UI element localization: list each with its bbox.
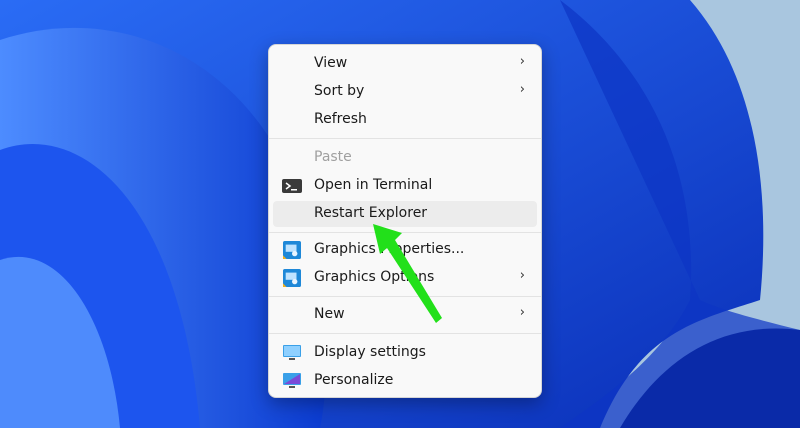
- menu-item-view[interactable]: View ›: [273, 51, 537, 77]
- menu-separator: [269, 138, 541, 139]
- menu-item-label: Graphics Properties...: [314, 241, 465, 257]
- menu-item-label: Paste: [314, 149, 352, 165]
- menu-item-label: Graphics Options: [314, 269, 435, 285]
- menu-item-label: Personalize: [314, 372, 394, 388]
- menu-item-label: Restart Explorer: [314, 205, 428, 221]
- menu-item-paste[interactable]: Paste: [273, 145, 537, 171]
- menu-item-label: View: [314, 55, 348, 71]
- menu-separator: [269, 333, 541, 334]
- menu-item-graphics-properties[interactable]: Graphics Properties...: [273, 237, 537, 263]
- menu-item-display-settings[interactable]: Display settings: [273, 340, 537, 366]
- menu-item-sort-by[interactable]: Sort by ›: [273, 79, 537, 105]
- personalize-icon: [283, 373, 301, 388]
- menu-item-open-in-terminal[interactable]: Open in Terminal: [273, 173, 537, 199]
- menu-separator: [269, 296, 541, 297]
- chevron-right-icon: ›: [519, 82, 525, 97]
- intel-graphics-icon: [283, 269, 301, 287]
- intel-graphics-icon: [283, 241, 301, 259]
- menu-item-label: Sort by: [314, 83, 365, 99]
- chevron-right-icon: ›: [519, 305, 525, 320]
- desktop-context-menu: View › Sort by › Refresh Paste Open in Ter…: [268, 44, 542, 398]
- menu-item-graphics-options[interactable]: Graphics Options ›: [273, 265, 537, 291]
- terminal-icon: [282, 179, 302, 193]
- menu-separator: [269, 232, 541, 233]
- menu-item-refresh[interactable]: Refresh: [273, 107, 537, 133]
- chevron-right-icon: ›: [519, 54, 525, 69]
- menu-item-label: New: [314, 306, 345, 322]
- menu-item-new[interactable]: New ›: [273, 302, 537, 328]
- display-icon: [283, 345, 301, 360]
- menu-item-personalize[interactable]: Personalize: [273, 368, 537, 394]
- menu-item-label: Refresh: [314, 111, 367, 127]
- menu-item-label: Open in Terminal: [314, 177, 433, 193]
- menu-item-restart-explorer[interactable]: Restart Explorer: [273, 201, 537, 227]
- chevron-right-icon: ›: [519, 268, 525, 283]
- menu-item-label: Display settings: [314, 344, 426, 360]
